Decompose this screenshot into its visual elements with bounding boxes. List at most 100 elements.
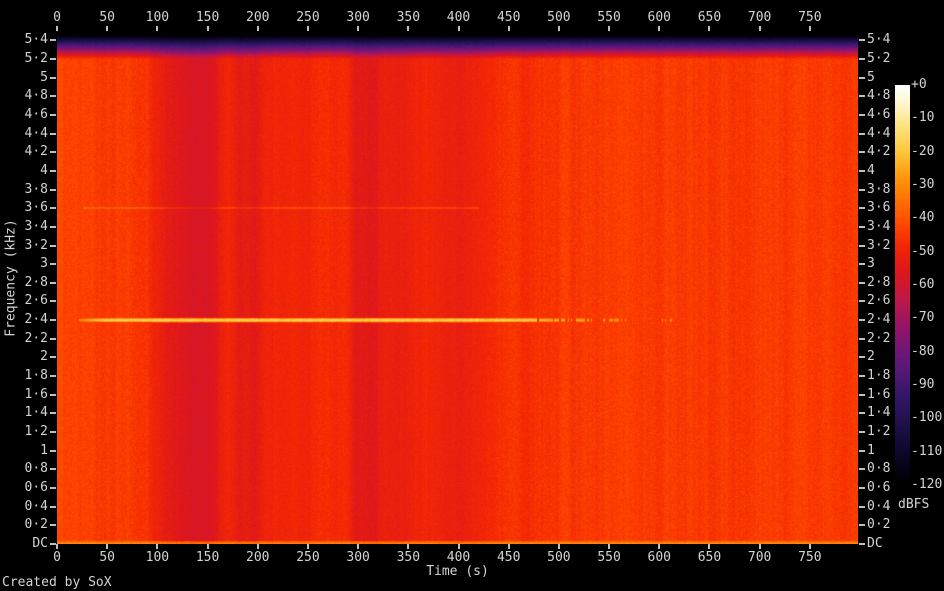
- freq-tick-right: [859, 375, 865, 378]
- y-axis-title: Frequency (kHz): [3, 219, 19, 337]
- freq-tick-label-left: DC: [32, 536, 48, 551]
- colorbar-tick-label: -60: [911, 277, 935, 292]
- time-tick-label-top: 500: [547, 10, 571, 25]
- freq-tick-label-right: 1·4: [867, 405, 891, 421]
- freq-tick-label-right: 5·4: [867, 32, 891, 48]
- freq-tick-label-right: DC: [867, 536, 883, 551]
- freq-tick-label-right: 1·2: [867, 424, 891, 440]
- freq-tick-label-left: 4·4: [24, 125, 48, 141]
- freq-tick-right: [859, 39, 865, 42]
- colorbar-tick-label: -50: [911, 243, 935, 259]
- freq-tick-left: [50, 356, 56, 359]
- time-tick-label-bottom: 450: [496, 550, 521, 565]
- freq-tick-right: [859, 188, 865, 191]
- freq-tick-right: [859, 57, 865, 60]
- freq-tick-label-left: 0·8: [24, 461, 48, 477]
- time-tick-label-bottom: 550: [597, 550, 621, 565]
- time-tick-top: [708, 26, 711, 31]
- freq-tick-label-left: 4·6: [24, 106, 48, 122]
- time-tick-top: [758, 26, 761, 31]
- freq-tick-right: [859, 524, 865, 527]
- freq-tick-right: [859, 356, 865, 359]
- time-tick-label-top: 700: [747, 10, 772, 25]
- freq-tick-right: [859, 151, 865, 154]
- time-tick-bottom: [758, 544, 761, 549]
- freq-tick-left: [50, 468, 56, 471]
- colorbar-tick-label: -100: [911, 410, 943, 426]
- time-tick-bottom: [156, 544, 159, 549]
- freq-tick-label-right: 5: [867, 69, 875, 85]
- freq-tick-right: [859, 393, 865, 396]
- x-axis-title: Time (s): [426, 564, 489, 579]
- time-tick-top: [357, 26, 360, 31]
- freq-tick-right: [859, 132, 865, 135]
- time-tick-bottom: [306, 544, 309, 549]
- freq-tick-label-right: 2·8: [867, 274, 891, 290]
- freq-tick-right: [859, 468, 865, 471]
- freq-tick-label-left: 4·2: [24, 144, 48, 160]
- freq-tick-left: [50, 225, 56, 228]
- freq-tick-right: [859, 505, 865, 508]
- time-tick-bottom: [808, 544, 811, 549]
- freq-tick-left: [50, 449, 56, 452]
- freq-tick-right: [859, 412, 865, 415]
- time-tick-label-top: 300: [346, 10, 370, 25]
- spectrogram-page: 0 0 50 50 100 100 150 150 200 200 250 250 300 300 350 3…: [0, 0, 944, 591]
- freq-tick-label-left: 3·8: [24, 181, 48, 197]
- freq-tick-label-right: 0·6: [867, 480, 891, 496]
- freq-tick-label-left: 0·2: [24, 517, 48, 533]
- freq-tick-label-left: 1: [40, 442, 48, 458]
- time-tick-label-bottom: 650: [697, 550, 722, 565]
- freq-tick-right: [859, 263, 865, 266]
- time-tick-bottom: [658, 544, 661, 549]
- freq-tick-label-left: 1·6: [24, 386, 48, 402]
- freq-tick-right: [859, 300, 865, 303]
- time-tick-label-top: 50: [99, 10, 116, 25]
- colorbar-tick-label: -90: [911, 377, 935, 392]
- freq-tick-right: [859, 207, 865, 210]
- time-tick-top: [407, 26, 410, 31]
- freq-tick-label-right: 2·2: [867, 330, 891, 346]
- time-tick-label-bottom: 750: [798, 550, 822, 565]
- freq-tick-label-left: 5·4: [24, 32, 48, 48]
- time-tick-label-top: 150: [195, 10, 220, 25]
- colorbar-tick-label: -40: [911, 210, 935, 226]
- time-tick-label-top: 0: [53, 10, 61, 25]
- freq-tick-left: [50, 412, 56, 415]
- colorbar-tick-label: -30: [911, 177, 935, 192]
- freq-tick-left: [50, 319, 56, 322]
- colorbar-tick-label: -70: [911, 310, 935, 326]
- freq-tick-label-right: 3·8: [867, 181, 891, 197]
- freq-tick-left: [50, 393, 56, 396]
- freq-tick-left: [50, 113, 56, 116]
- freq-tick-left: [50, 169, 56, 172]
- freq-tick-label-right: 4·2: [867, 144, 891, 160]
- time-tick-label-bottom: 100: [145, 550, 170, 565]
- time-tick-top: [206, 26, 209, 31]
- time-tick-bottom: [407, 544, 410, 549]
- time-tick-label-bottom: 300: [346, 550, 370, 565]
- freq-tick-left: [50, 95, 56, 98]
- time-tick-top: [608, 26, 611, 31]
- time-tick-label-bottom: 50: [99, 550, 116, 565]
- freq-tick-left: [50, 431, 56, 434]
- freq-tick-label-left: 4: [40, 162, 48, 178]
- freq-tick-label-right: 2: [867, 349, 875, 365]
- freq-tick-left: [50, 39, 56, 42]
- freq-tick-right: [859, 244, 865, 247]
- colorbar-tick-label: -110: [911, 443, 943, 459]
- time-tick-top: [658, 26, 661, 31]
- time-tick-label-top: 200: [246, 10, 270, 25]
- time-tick-label-bottom: 500: [547, 550, 571, 565]
- colorbar-tick-label: -120: [911, 477, 943, 492]
- time-tick-top: [557, 26, 560, 31]
- time-tick-label-top: 650: [697, 10, 722, 25]
- freq-tick-label-right: 3·4: [867, 218, 891, 234]
- spectrogram-canvas: [57, 31, 858, 544]
- time-tick-bottom: [106, 544, 109, 549]
- freq-tick-right: [859, 337, 865, 340]
- freq-tick-label-right: 0·2: [867, 517, 891, 533]
- attribution-text: Created by SoX: [2, 575, 112, 590]
- colorbar-tick-label: -80: [911, 343, 935, 359]
- time-tick-label-bottom: 400: [446, 550, 471, 565]
